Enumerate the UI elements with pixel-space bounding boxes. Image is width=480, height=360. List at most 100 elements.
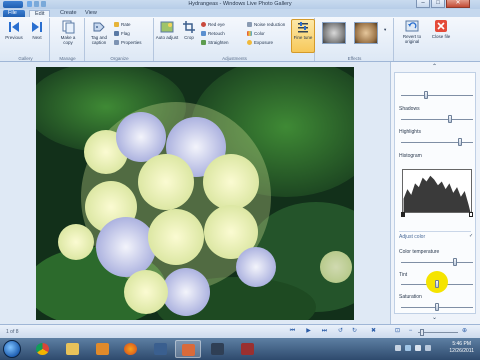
image-count: 1 of 8 xyxy=(6,329,19,335)
properties-button[interactable]: Properties xyxy=(114,39,142,46)
rate-button[interactable]: Rate xyxy=(114,21,131,28)
revert-button[interactable]: Revert to original xyxy=(398,19,426,44)
effect-black-white[interactable] xyxy=(322,22,346,44)
auto-adjust-button[interactable]: Auto adjust xyxy=(155,20,179,40)
previous-label: Previous xyxy=(5,35,23,40)
histogram-label: Histogram xyxy=(399,153,422,159)
copy-icon xyxy=(62,20,75,34)
fine-tune-button[interactable]: Fine tune xyxy=(291,19,315,53)
next-image-button[interactable]: ⏭ xyxy=(321,328,328,335)
fine-tune-panel: ⌃ Shadows Highlights Histogram Adjust co… xyxy=(390,62,480,324)
tab-edit[interactable]: Edit xyxy=(29,10,51,17)
hydrangea-photo[interactable] xyxy=(36,67,354,320)
start-button[interactable] xyxy=(3,340,21,358)
ribbon-tabs: File Edit Create View xyxy=(0,9,480,17)
first-image-button[interactable]: ⏮ xyxy=(289,328,296,335)
make-copy-button[interactable]: Make a copy xyxy=(56,20,80,45)
red-eye-button[interactable]: Red eye xyxy=(201,21,225,28)
taskbar-explorer[interactable] xyxy=(60,340,86,358)
slideshow-button[interactable]: ▶ xyxy=(305,328,312,335)
panel-expand-icon[interactable]: ⌄ xyxy=(432,314,437,321)
color-temperature-label: Color temperature xyxy=(399,249,440,255)
zoom-in-button[interactable]: ⊕ xyxy=(461,328,468,335)
retouch-label: Retouch xyxy=(208,31,225,36)
histogram-chart xyxy=(402,169,472,213)
group-manage: Make a copy Manage xyxy=(51,18,85,61)
top-slider-thumb[interactable] xyxy=(424,91,429,99)
rotate-right-button[interactable]: ↻ xyxy=(351,328,358,335)
folder-icon xyxy=(66,343,79,355)
taskbar-chrome[interactable] xyxy=(30,340,56,358)
flag-button[interactable]: Flag xyxy=(114,30,130,37)
tab-create[interactable]: Create xyxy=(55,10,82,17)
properties-icon xyxy=(114,40,119,45)
close-file-label: Close file xyxy=(431,34,451,39)
next-button[interactable]: Next xyxy=(25,20,49,40)
adjust-color-header[interactable]: Adjust color xyxy=(399,234,425,240)
taskbar: 5:46 PM 12/26/2011 xyxy=(0,338,480,360)
clock[interactable]: 5:46 PM 12/26/2011 xyxy=(449,341,474,355)
retouch-button[interactable]: Retouch xyxy=(201,30,225,37)
highlights-label: Highlights xyxy=(399,129,421,135)
actual-size-button[interactable]: ⊡ xyxy=(394,328,401,335)
shadows-slider-track xyxy=(401,119,473,120)
color-temperature-slider-track xyxy=(401,262,473,263)
taskbar-movie[interactable] xyxy=(205,340,231,358)
effects-scroll-button[interactable]: ▾ xyxy=(384,26,386,33)
fine-tune-label: Fine tune xyxy=(293,35,313,40)
color-temperature-slider-thumb[interactable] xyxy=(453,258,457,266)
action-center-icon[interactable] xyxy=(425,345,431,351)
close-file-button[interactable]: Close file xyxy=(428,19,454,39)
delete-button[interactable]: ✖ xyxy=(370,328,377,335)
network-icon[interactable] xyxy=(405,345,411,351)
rotate-left-button[interactable]: ↺ xyxy=(337,328,344,335)
flag-icon xyxy=(114,31,119,36)
histogram-left-handle[interactable] xyxy=(401,212,405,217)
taskbar-app[interactable] xyxy=(148,340,174,358)
noise-reduction-button[interactable]: Noise reduction xyxy=(247,21,285,28)
zoom-slider-thumb[interactable] xyxy=(420,329,424,336)
tint-label: Tint xyxy=(399,272,408,278)
effect-sepia[interactable] xyxy=(354,22,378,44)
clock-date: 12/26/2011 xyxy=(449,348,474,354)
taskbar-firefox[interactable] xyxy=(118,340,144,358)
tab-file[interactable]: File xyxy=(3,10,25,17)
group-effects: ▾ Effects xyxy=(316,18,394,61)
ribbon: Previous Next Gallery Make a copy Manage… xyxy=(0,17,480,62)
status-bar: 1 of 8 ⏮ ▶ ⏭ ↺ ↻ ✖ ⊡ − ⊕ xyxy=(0,324,480,338)
color-icon xyxy=(247,31,252,36)
taskbar-tool[interactable] xyxy=(235,340,261,358)
group-label-adjustments: Adjustments xyxy=(222,56,247,61)
histogram-right-handle[interactable] xyxy=(469,212,473,217)
tray-arrow-icon[interactable] xyxy=(395,345,401,351)
minimize-button[interactable]: ‒ xyxy=(416,0,430,8)
panel-collapse-icon[interactable]: ⌃ xyxy=(432,63,437,70)
zoom-out-button[interactable]: − xyxy=(407,328,414,335)
revert-icon xyxy=(405,20,419,32)
shadows-slider-thumb[interactable] xyxy=(447,115,452,123)
taskbar-media[interactable] xyxy=(90,340,116,358)
color-button[interactable]: Color xyxy=(247,30,265,37)
crop-button[interactable]: Crop xyxy=(177,20,201,40)
tag-caption-button[interactable]: Tag and caption xyxy=(87,20,111,45)
movie-icon xyxy=(211,343,224,355)
previous-button[interactable]: Previous xyxy=(2,20,26,40)
media-icon xyxy=(96,343,109,355)
next-icon xyxy=(32,22,42,32)
straighten-icon xyxy=(201,40,206,45)
highlights-slider-thumb[interactable] xyxy=(458,138,463,146)
section-divider xyxy=(399,231,471,232)
tab-view[interactable]: View xyxy=(80,10,102,17)
saturation-slider-thumb[interactable] xyxy=(435,303,439,311)
photo-viewer xyxy=(0,62,390,324)
exposure-button[interactable]: Exposure xyxy=(247,39,273,46)
maximize-button[interactable]: □ xyxy=(431,0,445,8)
close-window-button[interactable]: ✕ xyxy=(446,0,470,8)
taskbar-photo-gallery[interactable] xyxy=(175,340,201,358)
tool-icon xyxy=(241,343,254,355)
group-gallery: Previous Next Gallery xyxy=(2,18,50,61)
tag-icon xyxy=(93,22,105,32)
tint-slider-thumb[interactable] xyxy=(435,280,439,288)
straighten-button[interactable]: Straighten xyxy=(201,39,229,46)
volume-icon[interactable] xyxy=(415,345,421,351)
